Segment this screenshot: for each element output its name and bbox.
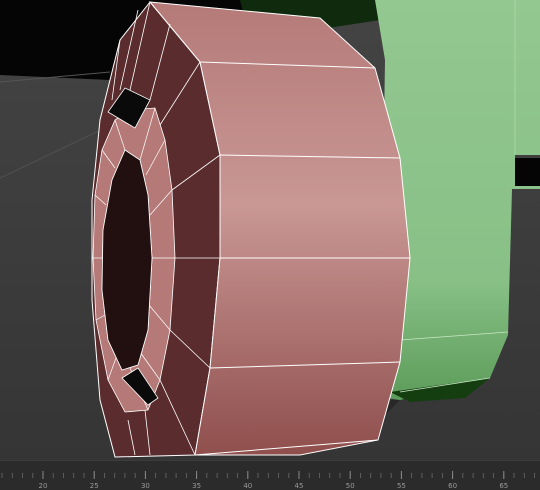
green-box-notch <box>515 158 540 186</box>
viewport-canvas[interactable] <box>0 0 540 460</box>
timeline-canvas[interactable]: 20 25 30 35 40 45 50 55 60 65 <box>0 461 540 490</box>
viewport-3d[interactable] <box>0 0 540 460</box>
timeline-ruler[interactable]: 20 25 30 35 40 45 50 55 60 65 <box>0 460 540 490</box>
